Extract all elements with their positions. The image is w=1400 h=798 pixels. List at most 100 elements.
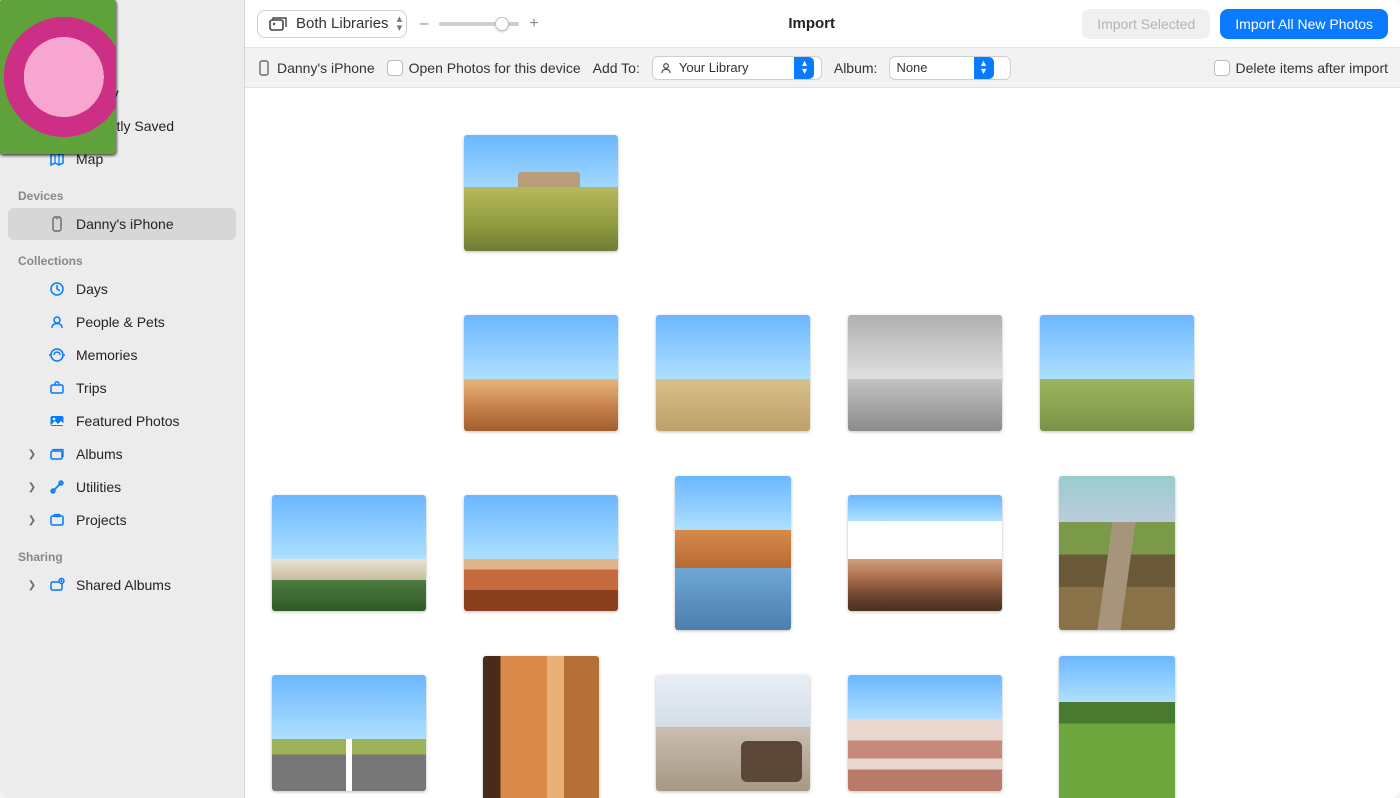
albums-icon [48,445,66,463]
projects-icon [48,511,66,529]
suitcase-icon [48,379,66,397]
main-panel: Both Libraries ▴▾ – + Import Import Sele… [245,0,1400,798]
delete-after-import-label: Delete items after import [1236,60,1389,76]
thumbnail-cell[interactable] [829,288,1021,458]
open-photos-checkbox[interactable] [387,60,403,76]
featured-icon [48,412,66,430]
page-title: Import [551,15,1072,32]
sidebar-item-albums[interactable]: ❯ Albums [8,438,236,470]
import-selected-button[interactable]: Import Selected [1082,9,1210,39]
person-icon [659,61,673,75]
sidebar-item-label: Days [76,281,108,297]
memories-icon [48,346,66,364]
import-grid [253,108,1392,798]
clock-icon [48,280,66,298]
tools-icon [48,478,66,496]
iphone-icon [48,215,66,233]
album-label: Album: [834,60,878,76]
open-photos-label: Open Photos for this device [409,60,581,76]
sidebar-item-projects[interactable]: ❯ Projects [8,504,236,536]
thumbnail-image[interactable] [464,135,618,251]
album-select[interactable]: None ▴▾ [889,56,1011,80]
sidebar-section-sharing: Sharing [0,546,244,568]
thumbnail-cell[interactable] [445,288,637,458]
thumbnail-image[interactable] [848,315,1002,431]
thumbnail-cell[interactable] [829,108,1021,278]
shared-albums-icon [48,576,66,594]
sidebar-item-utilities[interactable]: ❯ Utilities [8,471,236,503]
thumbnail-image[interactable] [848,675,1002,791]
thumbnail-cell[interactable] [1021,288,1213,458]
sidebar-item-label: Danny's iPhone [76,216,174,232]
chevron-right-icon[interactable]: ❯ [26,515,38,526]
thumbnail-image[interactable] [656,315,810,431]
sidebar-item-label: Featured Photos [76,413,180,429]
sidebar-item-label: Memories [76,347,137,363]
thumbnail-cell[interactable] [1021,108,1213,278]
sidebar-item-shared-albums[interactable]: ❯ Shared Albums [8,569,236,601]
thumbnail-cell[interactable] [1021,648,1213,798]
thumbnail-cell[interactable] [253,648,445,798]
sidebar-item-days[interactable]: Days [8,273,236,305]
thumbnail-cell[interactable] [253,108,445,278]
app-window: Photos Library Recently Saved Map Device… [0,0,1400,798]
iphone-icon [257,59,271,77]
sidebar-item-label: Shared Albums [76,577,171,593]
import-all-button[interactable]: Import All New Photos [1220,9,1388,39]
chevron-right-icon[interactable]: ❯ [26,449,38,460]
thumbnail-cell[interactable] [445,468,637,638]
chevron-right-icon[interactable]: ❯ [26,580,38,591]
library-scope-selector[interactable]: Both Libraries ▴▾ [257,10,407,38]
sidebar-item-featured-photos[interactable]: Featured Photos [8,405,236,437]
libraries-icon [268,15,288,33]
import-grid-scroll[interactable] [245,88,1400,798]
sidebar-item-label: People & Pets [76,314,165,330]
thumbnail-cell[interactable] [253,288,445,458]
sidebar-item-label: Trips [76,380,107,396]
thumbnail-cell[interactable] [445,108,637,278]
zoom-out-button[interactable]: – [417,15,431,33]
source-device: Danny's iPhone [257,59,375,77]
thumbnail-cell[interactable] [637,288,829,458]
zoom-in-button[interactable]: + [527,15,541,33]
thumbnail-image[interactable] [1059,656,1175,798]
thumbnail-cell[interactable] [253,468,445,638]
sidebar-item-people-pets[interactable]: People & Pets [8,306,236,338]
import-options-bar: Danny's iPhone Open Photos for this devi… [245,48,1400,88]
zoom-slider[interactable] [439,22,519,26]
add-to-value: Your Library [679,60,789,75]
thumbnail-image[interactable] [1040,315,1194,431]
thumbnail-image[interactable] [848,495,1002,611]
chevron-right-icon[interactable]: ❯ [26,482,38,493]
thumbnail-image[interactable] [464,495,618,611]
zoom-control: – + [417,15,541,33]
library-scope-label: Both Libraries [296,15,389,32]
add-to-label: Add To: [593,60,640,76]
thumbnail-cell[interactable] [637,648,829,798]
thumbnail-image[interactable] [272,495,426,611]
source-device-label: Danny's iPhone [277,60,375,76]
toolbar: Both Libraries ▴▾ – + Import Import Sele… [245,0,1400,48]
sidebar-item-label: Projects [76,512,127,528]
thumbnail-image[interactable] [272,675,426,791]
thumbnail-cell[interactable] [637,108,829,278]
zoom-slider-knob[interactable] [495,17,509,31]
sidebar-item-trips[interactable]: Trips [8,372,236,404]
thumbnail-cell[interactable] [445,648,637,798]
thumbnail-cell[interactable] [637,468,829,638]
thumbnail-image[interactable] [483,656,599,798]
add-to-select[interactable]: Your Library ▴▾ [652,56,822,80]
thumbnail-cell[interactable] [829,648,1021,798]
sidebar-section-collections: Collections [0,250,244,272]
updown-icon: ▴▾ [397,15,399,33]
thumbnail-cell[interactable] [1021,468,1213,638]
select-arrows-icon: ▴▾ [794,57,814,79]
thumbnail-image[interactable] [464,315,618,431]
thumbnail-image[interactable] [1059,476,1175,630]
thumbnail-image[interactable] [675,476,791,630]
sidebar-item-memories[interactable]: Memories [8,339,236,371]
sidebar-item-device-iphone[interactable]: Danny's iPhone [8,208,236,240]
thumbnail-image[interactable] [656,675,810,791]
thumbnail-cell[interactable] [829,468,1021,638]
delete-after-import-checkbox[interactable] [1214,60,1230,76]
